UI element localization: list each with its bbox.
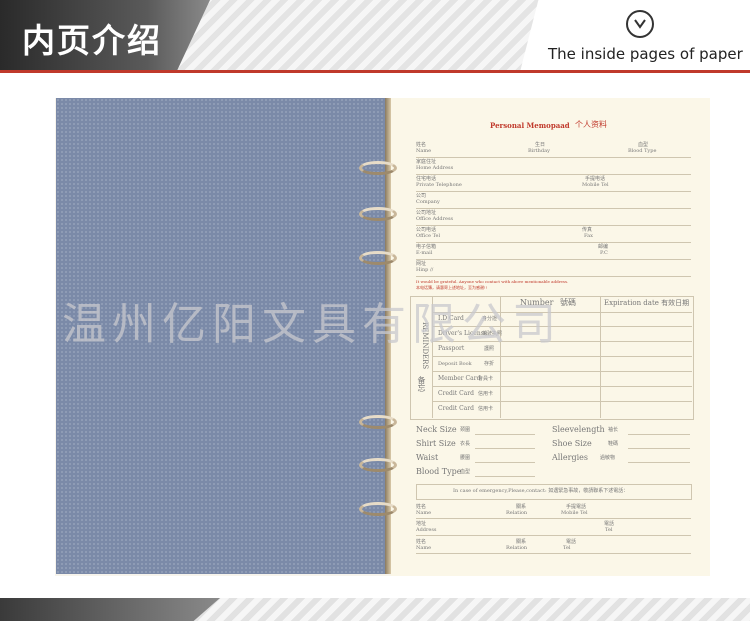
label-mobile: Mobile Tel bbox=[582, 182, 609, 188]
label-office-tel: Office Tel bbox=[416, 233, 441, 239]
label-hinp: Hinp // bbox=[416, 267, 434, 273]
reminders-side-cn: 备忘 bbox=[417, 376, 426, 392]
label-waist: Waist bbox=[416, 453, 439, 462]
em-name-2: Name bbox=[416, 545, 432, 551]
label-allergies-cn: 過敏物 bbox=[600, 455, 616, 461]
label-shoe-cn: 鞋碼 bbox=[608, 441, 619, 447]
field-line bbox=[416, 276, 691, 277]
page-title-en: The inside pages of paper bbox=[548, 45, 743, 63]
label-sleeve-cn: 袖长 bbox=[608, 427, 619, 433]
reminder-label-cn: 信用卡 bbox=[478, 406, 494, 412]
em-mobile: Mobile Tel bbox=[561, 510, 588, 516]
em-name: Name bbox=[416, 510, 432, 516]
label-name: Name bbox=[416, 148, 432, 154]
label-blood-size-cn: 血型 bbox=[460, 469, 471, 475]
field-line bbox=[416, 242, 691, 243]
label-tel: Private Telephone bbox=[416, 182, 462, 188]
field-line bbox=[475, 462, 535, 463]
form-heading-en: Personal Memopaad bbox=[490, 121, 570, 130]
field-line bbox=[416, 535, 691, 536]
col-expiration: Expiration date 有效日期 bbox=[604, 299, 690, 307]
em-relation-2: Relation bbox=[506, 545, 528, 551]
em-tel-2: Tel bbox=[563, 545, 571, 551]
field-line bbox=[416, 157, 691, 158]
reminder-label: Credit Card bbox=[438, 405, 474, 412]
label-allergies: Allergies bbox=[552, 453, 588, 462]
reminder-label-cn: 會員卡 bbox=[478, 376, 494, 382]
table-row-line bbox=[432, 386, 692, 387]
reminder-label: Member Card bbox=[438, 375, 481, 382]
table-row-line bbox=[432, 401, 692, 402]
reminder-label: Deposit Book bbox=[438, 361, 472, 367]
col-number-cn: 號碼 bbox=[560, 298, 576, 307]
label-shoe: Shoe Size bbox=[552, 439, 592, 448]
label-neck-cn: 颈圍 bbox=[460, 427, 471, 433]
field-line bbox=[475, 434, 535, 435]
label-email: E-mail bbox=[416, 250, 433, 256]
label-birthday: Birthday bbox=[528, 148, 550, 154]
form-heading-cn: 个人资料 bbox=[575, 120, 607, 129]
label-fax: Fax bbox=[584, 233, 593, 239]
field-line bbox=[416, 553, 691, 554]
label-neck: Neck Size bbox=[416, 425, 457, 434]
label-company: Company bbox=[416, 199, 440, 205]
em-address: Address bbox=[416, 527, 437, 533]
field-line bbox=[628, 448, 690, 449]
table-divider bbox=[600, 296, 601, 418]
label-shirt-cn: 衣長 bbox=[460, 441, 471, 447]
label-sleeve: Sleevelength bbox=[552, 425, 605, 434]
em-relation: Relation bbox=[506, 510, 528, 516]
label-blood: Blood Type bbox=[628, 148, 657, 154]
label-home: Home Address bbox=[416, 165, 454, 171]
binder-ring bbox=[359, 458, 397, 472]
field-line bbox=[416, 208, 691, 209]
binder-ring bbox=[359, 251, 397, 265]
table-row-line bbox=[432, 356, 692, 357]
field-line bbox=[416, 191, 691, 192]
reminder-label-cn: 存折 bbox=[484, 361, 495, 367]
reminder-label-cn: 信用卡 bbox=[478, 391, 494, 397]
label-office-addr: Office Address bbox=[416, 216, 454, 222]
binder-ring bbox=[359, 161, 397, 175]
field-line bbox=[416, 225, 691, 226]
field-line bbox=[628, 434, 690, 435]
field-line bbox=[416, 518, 691, 519]
em-tel: Tel bbox=[605, 527, 613, 533]
page-title-cn: 内页介绍 bbox=[22, 21, 162, 60]
field-line bbox=[416, 259, 691, 260]
field-line bbox=[628, 462, 690, 463]
label-blood-size: Blood Type bbox=[416, 467, 462, 476]
binder-ring bbox=[359, 207, 397, 221]
header-divider bbox=[0, 70, 750, 73]
chevron-down-circle-icon bbox=[626, 10, 654, 38]
company-watermark: 温州亿阳文具有限公司 bbox=[62, 299, 562, 350]
binder-ring bbox=[359, 502, 397, 516]
binder-ring bbox=[359, 415, 397, 429]
footer-dark-block bbox=[0, 598, 220, 621]
field-line bbox=[475, 448, 535, 449]
reminder-label: Credit Card bbox=[438, 390, 474, 397]
label-waist-cn: 腰圍 bbox=[460, 455, 471, 461]
emergency-text: In case of emergency,Please,contact: 如遇緊… bbox=[453, 488, 629, 494]
field-line bbox=[475, 476, 535, 477]
notice-en: It would be grateful. Anyone who contact… bbox=[416, 279, 569, 284]
table-row-line bbox=[432, 371, 692, 372]
label-shirt: Shirt Size bbox=[416, 439, 456, 448]
field-line bbox=[416, 174, 691, 175]
label-pc: P.C bbox=[600, 250, 608, 256]
